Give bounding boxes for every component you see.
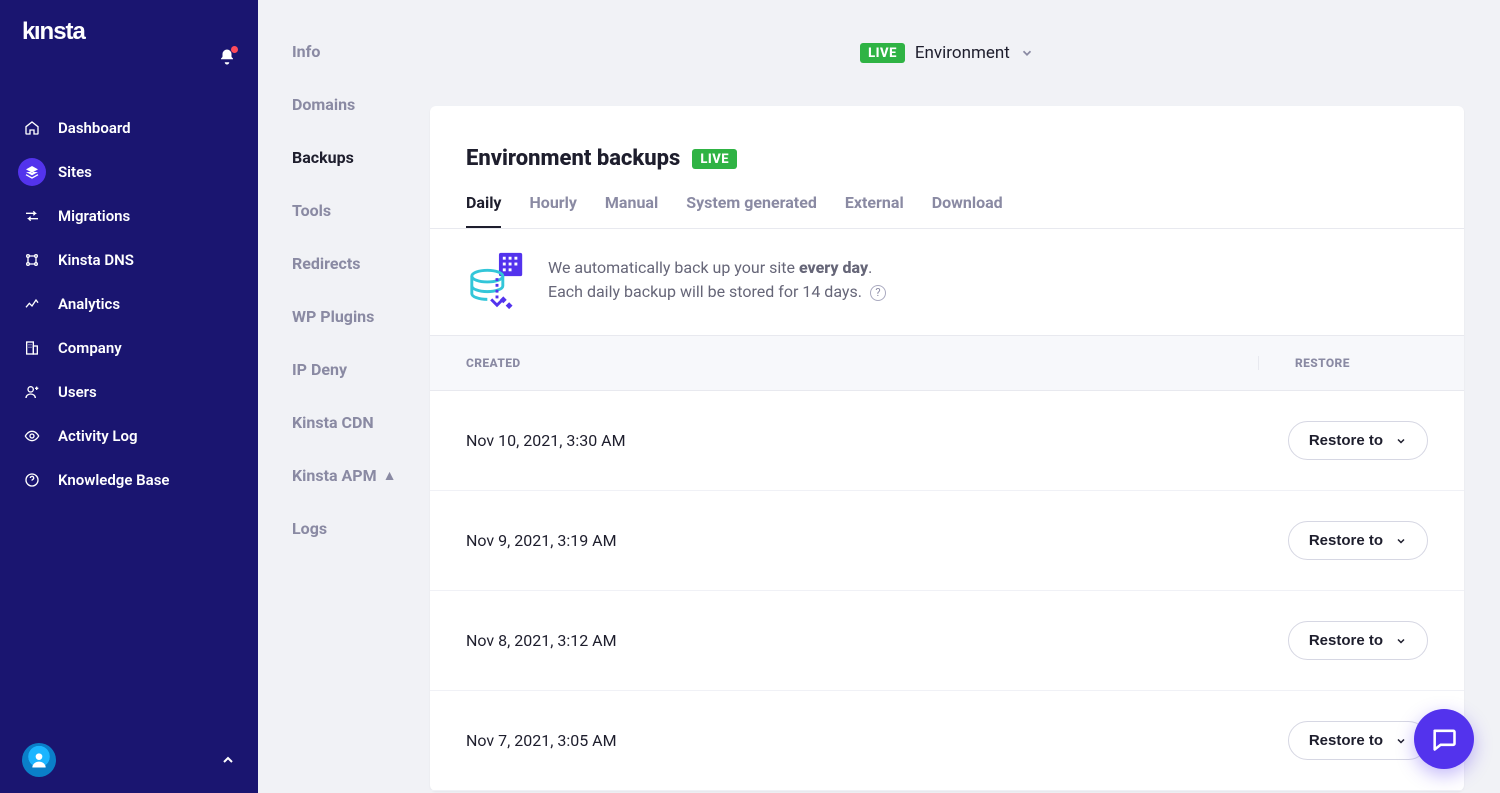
brand-logo[interactable]: Kınsta	[22, 18, 85, 46]
title-live-badge: LIVE	[692, 149, 737, 169]
backup-created: Nov 7, 2021, 3:05 AM	[466, 731, 617, 750]
subnav-domains[interactable]: Domains	[292, 95, 430, 114]
migrate-icon	[23, 207, 41, 225]
nav-analytics[interactable]: Analytics	[0, 282, 258, 326]
chevron-down-icon	[1395, 535, 1407, 547]
collapse-sidebar-button[interactable]	[220, 752, 236, 768]
subnav-tools[interactable]: Tools	[292, 201, 430, 220]
notification-dot-icon	[231, 46, 238, 53]
tab-manual[interactable]: Manual	[605, 193, 658, 228]
chevron-down-icon	[1395, 435, 1407, 447]
info-help-icon[interactable]: ?	[870, 285, 886, 301]
nav-knowledge-base[interactable]: Knowledge Base	[0, 458, 258, 502]
building-icon	[23, 339, 41, 357]
nav-company[interactable]: Company	[0, 326, 258, 370]
environment-selector[interactable]: LIVE Environment	[860, 43, 1034, 63]
help-icon	[23, 471, 41, 489]
backup-created: Nov 8, 2021, 3:12 AM	[466, 631, 617, 650]
tab-download[interactable]: Download	[932, 193, 1003, 228]
nav-migrations[interactable]: Migrations	[0, 194, 258, 238]
user-plus-icon	[23, 383, 41, 401]
nav-dns[interactable]: Kinsta DNS	[0, 238, 258, 282]
subnav-wp-plugins[interactable]: WP Plugins	[292, 307, 430, 326]
subnav-redirects[interactable]: Redirects	[292, 254, 430, 273]
nav-label: Company	[58, 339, 122, 357]
tab-external[interactable]: External	[845, 193, 904, 228]
tab-system-generated[interactable]: System generated	[686, 193, 817, 228]
layers-icon	[23, 163, 41, 181]
backup-created: Nov 10, 2021, 3:30 AM	[466, 431, 626, 450]
subnav-ip-deny[interactable]: IP Deny	[292, 360, 430, 379]
table-row: Nov 8, 2021, 3:12 AM Restore to	[430, 591, 1464, 691]
nav-label: Kinsta DNS	[58, 251, 134, 269]
chevron-down-icon	[1395, 635, 1407, 647]
col-restore: RESTORE	[1258, 356, 1428, 370]
chat-widget-button[interactable]	[1414, 709, 1474, 769]
chevron-down-icon	[1395, 735, 1407, 747]
subnav-kinsta-cdn[interactable]: Kinsta CDN	[292, 413, 430, 432]
table-row: Nov 10, 2021, 3:30 AM Restore to	[430, 391, 1464, 491]
restore-to-button[interactable]: Restore to	[1288, 721, 1428, 760]
eye-icon	[23, 427, 41, 445]
primary-nav: Dashboard Sites Migrations Kinsta DNS	[0, 106, 258, 502]
notifications-button[interactable]	[218, 18, 236, 66]
chevron-down-icon	[1020, 46, 1034, 60]
chat-icon	[1430, 725, 1458, 753]
nav-label: Knowledge Base	[58, 471, 169, 489]
chart-icon	[23, 295, 41, 313]
subnav-info[interactable]: Info	[292, 42, 430, 61]
restore-to-button[interactable]: Restore to	[1288, 521, 1428, 560]
tab-daily[interactable]: Daily	[466, 193, 501, 228]
primary-sidebar: Kınsta Dashboard Sites	[0, 0, 258, 793]
backup-info-text: We automatically back up your site every…	[548, 256, 886, 304]
restore-to-button[interactable]: Restore to	[1288, 621, 1428, 660]
main-content: LIVE Environment Environment backups LIV…	[430, 0, 1500, 793]
col-created: CREATED	[466, 356, 521, 370]
nav-sites[interactable]: Sites	[0, 150, 258, 194]
backup-info-banner: We automatically back up your site every…	[430, 229, 1464, 336]
backup-illustration-icon	[466, 249, 528, 311]
table-row: Nov 9, 2021, 3:19 AM Restore to	[430, 491, 1464, 591]
nav-label: Migrations	[58, 207, 130, 225]
user-avatar[interactable]	[22, 743, 56, 777]
backup-tabs: Daily Hourly Manual System generated Ext…	[430, 171, 1464, 229]
nav-label: Dashboard	[58, 119, 131, 137]
nav-activity-log[interactable]: Activity Log	[0, 414, 258, 458]
home-icon	[23, 119, 41, 137]
secondary-sidebar: Info Domains Backups Tools Redirects WP …	[258, 0, 430, 793]
apm-badge-icon: ▲	[383, 467, 397, 484]
subnav-logs[interactable]: Logs	[292, 519, 430, 538]
env-live-badge: LIVE	[860, 43, 905, 63]
backup-created: Nov 9, 2021, 3:19 AM	[466, 531, 617, 550]
subnav-kinsta-apm[interactable]: Kinsta APM ▲	[292, 466, 430, 485]
nav-label: Activity Log	[58, 427, 138, 445]
nav-label: Users	[58, 383, 97, 401]
nav-label: Analytics	[58, 295, 120, 313]
subnav-backups[interactable]: Backups	[292, 148, 430, 167]
nav-users[interactable]: Users	[0, 370, 258, 414]
nav-dashboard[interactable]: Dashboard	[0, 106, 258, 150]
table-header: CREATED RESTORE	[430, 336, 1464, 391]
backups-card: Environment backups LIVE Daily Hourly Ma…	[430, 106, 1464, 791]
dns-icon	[23, 251, 41, 269]
table-row: Nov 7, 2021, 3:05 AM Restore to	[430, 691, 1464, 791]
tab-hourly[interactable]: Hourly	[529, 193, 576, 228]
page-title: Environment backups	[466, 146, 680, 171]
nav-label: Sites	[58, 163, 92, 181]
restore-to-button[interactable]: Restore to	[1288, 421, 1428, 460]
env-label: Environment	[915, 43, 1010, 63]
